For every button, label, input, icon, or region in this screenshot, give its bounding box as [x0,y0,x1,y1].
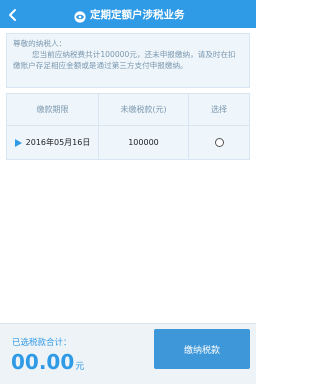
tax-table: 缴款期限 未缴税款(元) 选择 2016年05月16日 100000 [6,93,250,160]
total-amount-unit: 元 [75,362,85,372]
notice-box: 尊敬的纳税人： 您当前应纳税费共计100000元，还未申报缴纳，请及时在扣缴账户… [6,33,250,88]
chevron-left-icon[interactable] [6,7,20,21]
column-header-select: 选择 [211,105,227,114]
total-amount-value: 00.00 [11,350,75,374]
page-title-text: 定期定额户涉税业务 [90,8,185,21]
deadline-value: 2016年05月16日 [25,138,91,147]
total-amount: 00.00 元 [11,350,84,374]
app-header: 定期定额户涉税业务 [0,0,256,28]
pay-tax-button[interactable]: 缴纳税款 [154,329,250,369]
triangle-right-icon [14,138,22,147]
table-header-row: 缴款期限 未缴税款(元) 选择 [7,94,249,125]
table-row[interactable]: 2016年05月16日 100000 [7,126,249,159]
notice-greeting: 尊敬的纳税人： [13,39,67,48]
select-cell [189,126,249,159]
total-label: 已选税款合计： [12,338,72,348]
page-title: 定期定额户涉税业务 [74,7,185,23]
notice-body: 您当前应纳税费共计100000元，还未申报缴纳，请及时在扣缴账户存足相应金额或是… [13,50,236,70]
eye-icon [74,8,86,23]
footer-bar: 已选税款合计： 00.00 元 缴纳税款 [0,323,256,384]
column-header-unpaid-amount: 未缴税款(元) [99,94,189,125]
select-radio[interactable] [214,138,224,147]
deadline-cell: 2016年05月16日 [7,126,99,159]
amount-cell: 100000 [99,126,189,159]
column-header-deadline: 缴款期限 [7,94,99,125]
